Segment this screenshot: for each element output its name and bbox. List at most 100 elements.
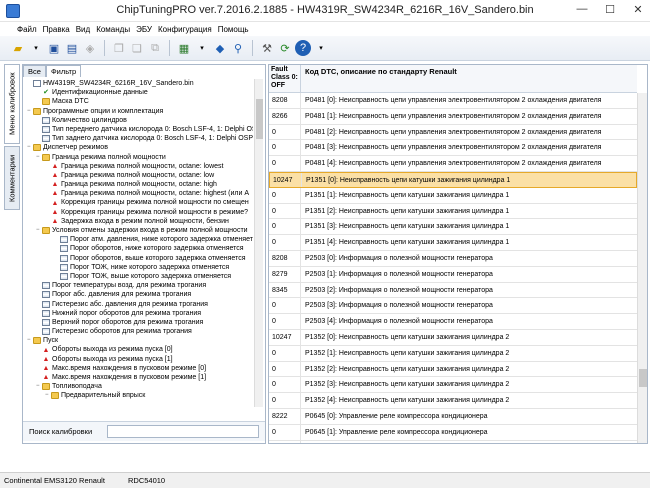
copy-icon[interactable]: ❐ xyxy=(111,40,127,56)
diamond-icon[interactable]: ◆ xyxy=(212,40,228,56)
menu-view[interactable]: Вид xyxy=(73,25,93,34)
tree-item[interactable]: − Условия отмены задержки входа в режим п… xyxy=(25,226,253,235)
tree-item[interactable]: ▲ Коррекция границы режима полной мощност… xyxy=(25,198,253,207)
close-button[interactable]: ✕ xyxy=(630,3,646,16)
fault-class-cell[interactable]: 0 xyxy=(269,361,301,377)
search-input[interactable] xyxy=(107,425,259,438)
table-row[interactable]: 0 P2503 [3]: Информация о полезной мощнос… xyxy=(269,298,637,315)
fault-class-cell[interactable]: 0 xyxy=(269,235,301,250)
tree-item[interactable]: ▲ Коррекция границы режима полной мощност… xyxy=(25,208,253,217)
tree-item[interactable]: ▲ Граница режима полной мощности, octane:… xyxy=(25,189,253,198)
table-row[interactable]: 8208 P2503 [0]: Информация о полезной мощ… xyxy=(269,250,637,267)
tree-item[interactable]: − Предварительный впрыск xyxy=(25,391,253,400)
tree-item[interactable]: ▲ Задержка входа в режим полной мощности,… xyxy=(25,217,253,226)
search-icon[interactable]: ⚲ xyxy=(230,40,246,56)
tree-item[interactable]: Порог температуры возд. для режима трога… xyxy=(25,281,253,290)
fault-class-cell[interactable]: 0 xyxy=(269,345,301,361)
fault-class-cell[interactable]: 0 xyxy=(269,377,301,393)
tree-item[interactable]: ▲ Обороты выхода из режима пуска [0] xyxy=(25,345,253,354)
paste-icon[interactable]: ❏ xyxy=(129,40,145,56)
tree-item[interactable]: Порог атм. давления, ниже которого задер… xyxy=(25,235,253,244)
scrollbar-thumb[interactable] xyxy=(639,369,647,387)
table-row[interactable]: 8222 P0645 [0]: Управление реле компрессо… xyxy=(269,408,637,425)
fault-class-cell[interactable]: 8279 xyxy=(269,266,301,282)
table-row[interactable]: 10247 P1351 [0]: Неисправность цепи катуш… xyxy=(269,171,637,188)
fault-class-cell[interactable]: 0 xyxy=(269,219,301,235)
fault-class-cell[interactable]: 0 xyxy=(269,140,301,156)
subtab-all[interactable]: Все xyxy=(23,65,46,77)
fault-class-cell[interactable]: 0 xyxy=(269,424,301,440)
menu-ecu[interactable]: ЭБУ xyxy=(133,25,155,34)
menu-edit[interactable]: Правка xyxy=(40,25,73,34)
tab-comments[interactable]: Комментарии xyxy=(4,146,20,210)
tree-item[interactable]: ▲ Граница режима полной мощности, octane:… xyxy=(25,162,253,171)
fault-class-cell[interactable]: 0 xyxy=(269,314,301,329)
fault-class-cell[interactable]: 10247 xyxy=(270,172,302,187)
table-row[interactable]: 0P0645 [2]: Управление реле компрессора … xyxy=(269,440,637,443)
table-row[interactable]: 8345 P2503 [2]: Информация о полезной мощ… xyxy=(269,282,637,299)
fault-class-cell[interactable]: 8345 xyxy=(269,282,301,298)
tree-scrollbar[interactable] xyxy=(254,79,263,407)
chip-icon[interactable]: ▦ xyxy=(176,40,192,56)
fault-class-cell[interactable]: 0 xyxy=(269,124,301,140)
table-row[interactable]: 10247 P1352 [0]: Неисправность цепи катуш… xyxy=(269,329,637,346)
fault-class-cell[interactable]: 0 xyxy=(269,298,301,314)
open-folder-icon[interactable]: ▰ xyxy=(10,40,26,56)
table-row[interactable]: 0 P2503 [4]: Информация о полезной мощнос… xyxy=(269,314,637,330)
tree-item[interactable]: Гистерезис абс. давления для режима трог… xyxy=(25,300,253,309)
fault-class-cell[interactable]: 0 xyxy=(269,156,301,171)
table-row[interactable]: 8266 P0481 [1]: Неисправность цепи управл… xyxy=(269,108,637,125)
dropdown-arrow-icon[interactable]: ▾ xyxy=(313,40,329,56)
tree-item[interactable]: Порог ТОЖ, выше которого задержка отменя… xyxy=(25,272,253,281)
fault-class-cell[interactable]: 10247 xyxy=(269,329,301,345)
grid-scrollbar[interactable] xyxy=(637,93,647,443)
table-row[interactable]: 0 P1351 [4]: Неисправность цепи катушки з… xyxy=(269,235,637,251)
table-row[interactable]: 0 P1352 [1]: Неисправность цепи катушки з… xyxy=(269,345,637,362)
tree-item[interactable]: Порог абс. давления для режима трогания xyxy=(25,290,253,299)
fault-class-cell[interactable]: 0 xyxy=(269,203,301,219)
tree-item[interactable]: Нижний порог оборотов для режима трогани… xyxy=(25,309,253,318)
fault-class-cell[interactable]: 0 xyxy=(269,187,301,203)
fault-class-cell[interactable]: 8266 xyxy=(269,108,301,124)
minimize-button[interactable]: — xyxy=(574,3,590,16)
fault-class-cell[interactable]: 8208 xyxy=(269,93,301,108)
table-row[interactable]: 0 P1351 [3]: Неисправность цепи катушки з… xyxy=(269,219,637,236)
table-row[interactable]: 0 P1352 [2]: Неисправность цепи катушки з… xyxy=(269,361,637,378)
table-row[interactable]: 0 P1351 [2]: Неисправность цепи катушки з… xyxy=(269,203,637,220)
dropdown-arrow-icon[interactable]: ▾ xyxy=(194,40,210,56)
refresh-icon[interactable]: ⟳ xyxy=(277,40,293,56)
table-row[interactable]: 8279 P2503 [1]: Информация о полезной мощ… xyxy=(269,266,637,283)
tree-item[interactable]: ▲ Макс.время нахождения в пусковом режиме… xyxy=(25,373,253,382)
scrollbar-thumb[interactable] xyxy=(256,99,263,139)
fault-class-cell[interactable]: 8208 xyxy=(269,250,301,266)
save-as-icon[interactable]: ▤ xyxy=(64,40,80,56)
tools-icon[interactable]: ⚒ xyxy=(259,40,275,56)
tree-item[interactable]: − Пуск xyxy=(25,336,253,345)
fault-class-cell[interactable]: 8222 xyxy=(269,408,301,424)
tree-item[interactable]: ▲ Граница режима полной мощности, octane:… xyxy=(25,171,253,180)
fault-class-cell[interactable]: 0 xyxy=(269,393,301,408)
menu-configuration[interactable]: Конфигурация xyxy=(155,25,215,34)
table-row[interactable]: 8208 P0481 [0]: Неисправность цепи управл… xyxy=(269,93,637,109)
tree-item[interactable]: − Программные опции и комплектация xyxy=(25,107,253,116)
column-header-dtc[interactable]: Код DTC, описание по стандарту Renault xyxy=(301,65,637,92)
table-row[interactable]: 0 P0481 [4]: Неисправность цепи управлени… xyxy=(269,156,637,172)
tree-item[interactable]: Порог оборотов, ниже которого задержка о… xyxy=(25,244,253,253)
tree-item[interactable]: − Граница режима полной мощности xyxy=(25,153,253,162)
tab-calibration-menu[interactable]: Меню калибровок xyxy=(4,64,20,144)
help-icon[interactable]: ? xyxy=(295,40,311,56)
subtab-filter[interactable]: Фильтр xyxy=(45,65,82,77)
fault-class-cell[interactable]: 0 xyxy=(269,440,301,443)
tree-item[interactable]: − Диспетчер режимов xyxy=(25,143,253,152)
tree-item[interactable]: ✔ Идентификационные данные xyxy=(25,88,253,97)
column-header-fault-class[interactable]: Fault Class 0: OFF xyxy=(269,65,301,92)
dropdown-arrow-icon[interactable]: ▾ xyxy=(28,40,44,56)
menu-help[interactable]: Помощь xyxy=(215,25,252,34)
table-row[interactable]: 0 P1352 [3]: Неисправность цепи катушки з… xyxy=(269,377,637,394)
tree-item[interactable]: Верхний порог оборотов для режима троган… xyxy=(25,318,253,327)
save-icon[interactable]: ▣ xyxy=(46,40,62,56)
table-row[interactable]: 0 P0481 [3]: Неисправность цепи управлени… xyxy=(269,140,637,157)
table-row[interactable]: 0 P1351 [1]: Неисправность цепи катушки з… xyxy=(269,187,637,204)
menu-file[interactable]: Файл xyxy=(14,25,40,34)
tree-item[interactable]: Порог оборотов, выше которого задержка о… xyxy=(25,254,253,263)
